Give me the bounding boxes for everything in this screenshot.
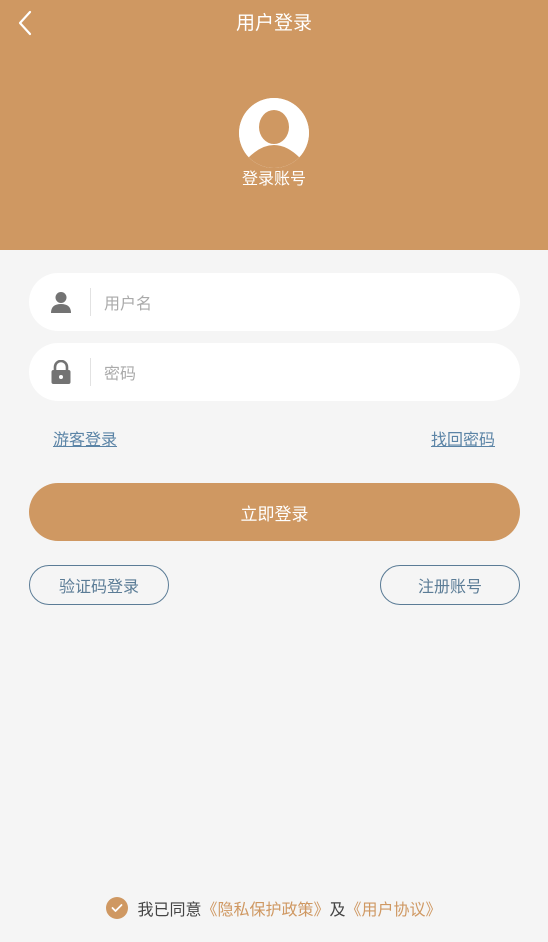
guest-login-link[interactable]: 游客登录 (53, 430, 117, 450)
user-agreement-link[interactable]: 《用户协议》 (346, 896, 442, 920)
agreement-row: 我已同意 《隐私保护政策》 及 《用户协议》 (0, 896, 548, 920)
register-button[interactable]: 注册账号 (380, 565, 520, 605)
avatar-label: 登录账号 (241, 169, 306, 188)
username-field[interactable] (29, 273, 520, 333)
agree-checkbox[interactable] (106, 897, 129, 919)
field-divider (90, 358, 91, 386)
agreement-and: 及 (329, 900, 346, 919)
forgot-password-link[interactable]: 找回密码 (431, 430, 495, 450)
field-divider (90, 288, 91, 316)
password-input[interactable] (102, 343, 506, 403)
user-icon (49, 290, 73, 314)
page-title: 用户登录 (235, 12, 312, 34)
avatar[interactable] (239, 98, 309, 168)
lock-icon (49, 360, 73, 384)
agreement-prefix: 我已同意 (137, 900, 202, 919)
header: 用户登录 登录账号 (0, 0, 548, 250)
username-input[interactable] (102, 273, 506, 333)
user-avatar-icon (239, 98, 309, 168)
sms-login-button[interactable]: 验证码登录 (29, 565, 169, 605)
password-field[interactable] (29, 343, 520, 403)
privacy-policy-link[interactable]: 《隐私保护政策》 (201, 896, 329, 920)
login-button[interactable]: 立即登录 (29, 483, 520, 541)
checkmark-icon (112, 904, 123, 912)
